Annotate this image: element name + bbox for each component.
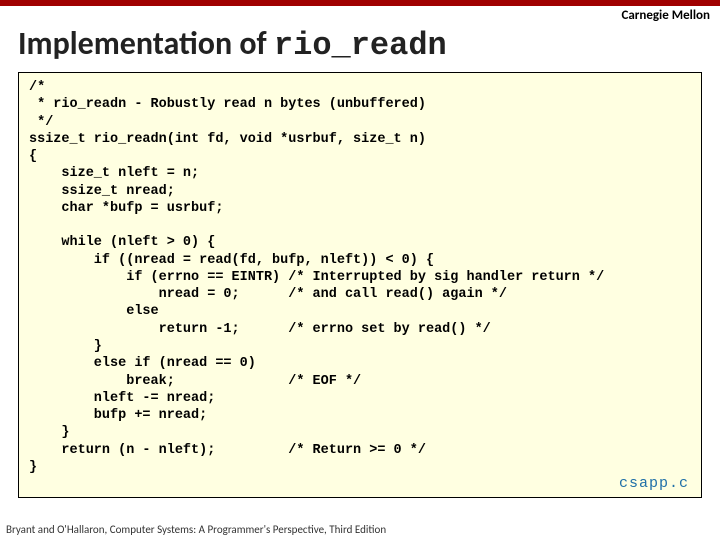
source-file-label: csapp.c	[619, 474, 689, 493]
footer-citation: Bryant and O'Hallaron, Computer Systems:…	[6, 523, 386, 536]
slide-title: Implementation of rio_readn	[0, 6, 720, 72]
title-text: Implementation of	[18, 24, 274, 63]
university-label: Carnegie Mellon	[621, 8, 710, 23]
title-code: rio_readn	[274, 27, 447, 64]
code-body: /* * rio_readn - Robustly read n bytes (…	[29, 80, 604, 475]
code-listing: /* * rio_readn - Robustly read n bytes (…	[18, 72, 702, 498]
